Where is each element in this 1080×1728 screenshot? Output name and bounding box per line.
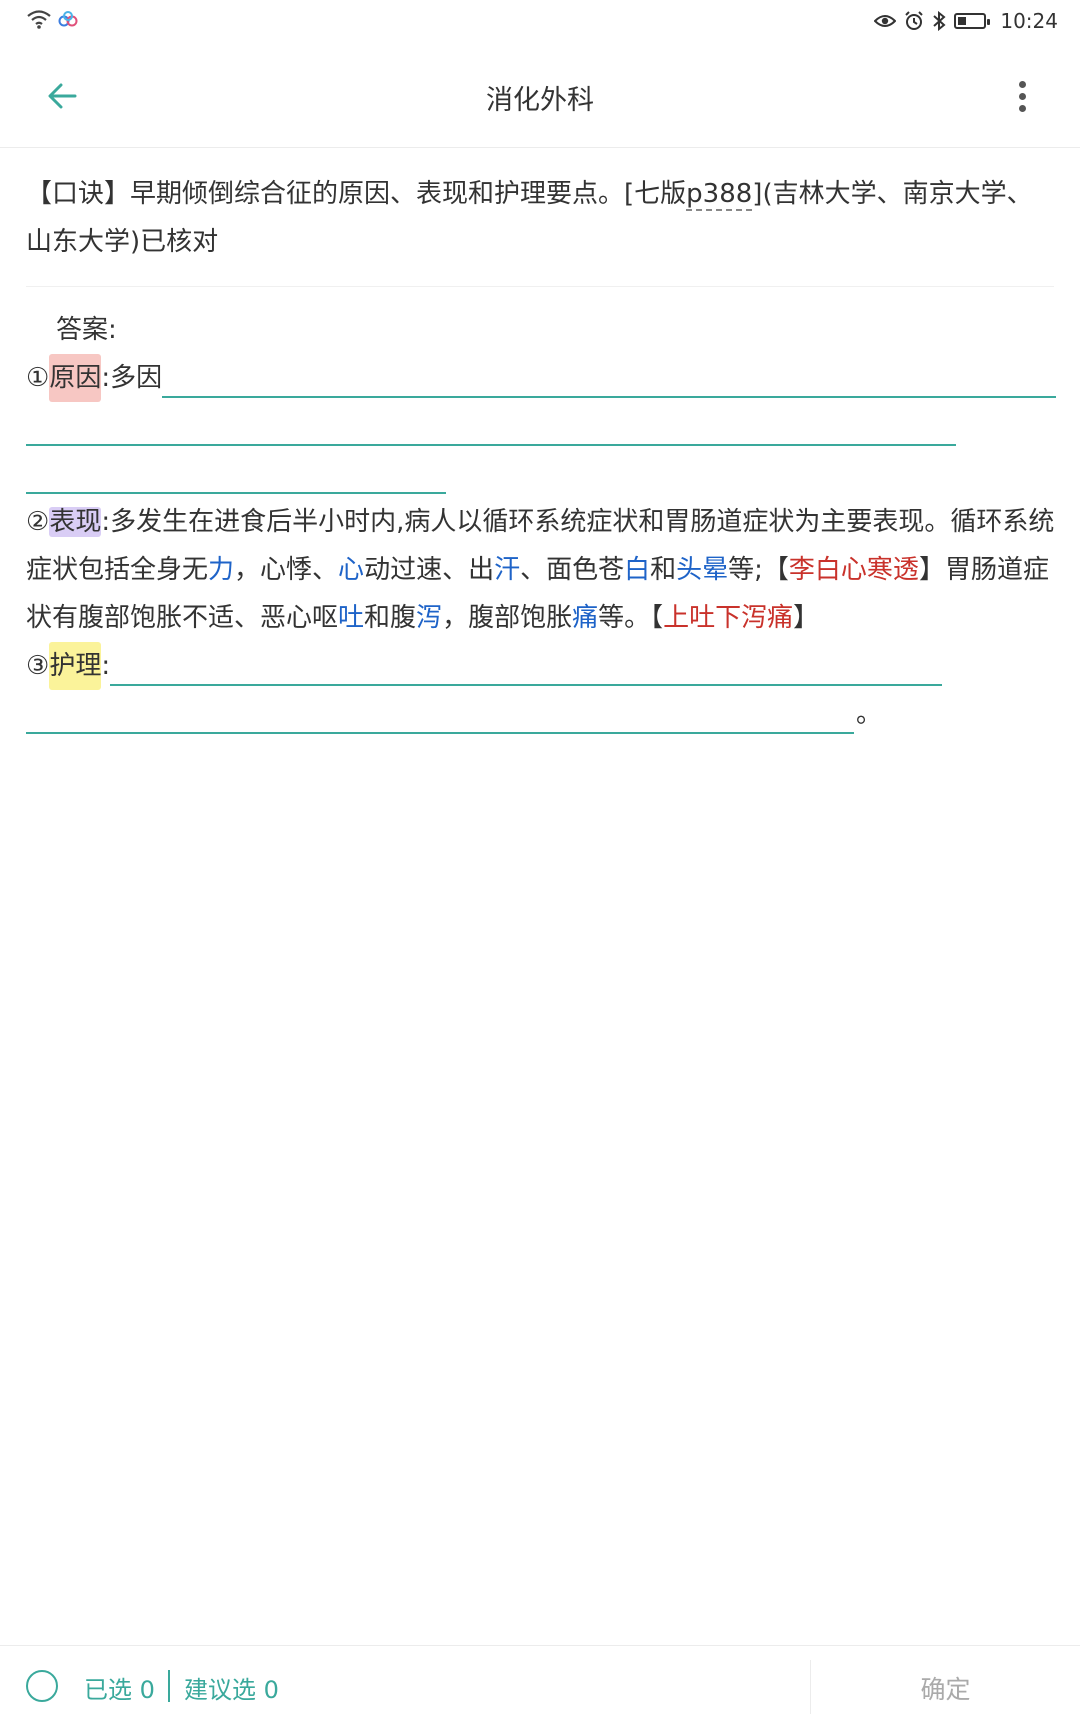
- app-header: 消化外科: [0, 44, 1080, 148]
- answer-item-manifestation: ②表现:多发生在进食后半小时内,病人以循环系统症状和胃肠道症状为主要表现。循环系…: [26, 498, 1056, 642]
- question-prefix: 【口诀】早期倾倒综合征的原因、表现和护理要点。[七版: [26, 179, 687, 209]
- fill-blank[interactable]: [26, 460, 446, 494]
- blank-line: 。: [26, 690, 1056, 738]
- answer-label: 答案:: [56, 315, 117, 345]
- hint-char: 心: [338, 555, 365, 585]
- highlight-nursing: 护理: [49, 642, 102, 690]
- status-left: [26, 9, 78, 29]
- select-radio[interactable]: [26, 1670, 58, 1702]
- divider: [168, 1670, 170, 1702]
- alarm-icon: [904, 11, 924, 31]
- item-number: ②: [26, 507, 50, 537]
- mnemonic-text: 李白心寒透: [788, 555, 919, 585]
- eye-icon: [874, 13, 897, 29]
- wifi-icon: [26, 9, 52, 29]
- mnemonic-text: 上吐下泻痛: [663, 603, 794, 633]
- bluetooth-icon: [932, 11, 946, 31]
- more-dot-icon: [1018, 80, 1026, 88]
- clock: 10:24: [1000, 9, 1058, 33]
- page-title: 消化外科: [486, 85, 594, 116]
- highlight-cause: 原因: [49, 354, 102, 402]
- fill-blank[interactable]: [162, 364, 1056, 398]
- hint-char: 力: [208, 555, 235, 585]
- blank-line: [26, 450, 1056, 498]
- suggested-count: 建议选 0: [184, 1676, 279, 1704]
- fill-blank[interactable]: [26, 412, 956, 446]
- battery-icon: [954, 13, 991, 29]
- answer-item-cause: ① 原因:多因: [26, 354, 1056, 402]
- item-number: ③: [26, 651, 50, 681]
- selected-count[interactable]: 已选 0: [84, 1670, 155, 1705]
- body-text: 】: [793, 603, 820, 633]
- more-menu-button[interactable]: [1000, 74, 1044, 118]
- body-text: 动过速、出: [364, 555, 495, 585]
- hint-char: 泻: [416, 603, 443, 633]
- hint-char: 汗: [494, 555, 521, 585]
- item-text: :多因: [101, 363, 163, 393]
- more-dot-icon: [1018, 104, 1026, 112]
- item-number: ①: [26, 363, 50, 393]
- hint-char: 吐: [338, 603, 365, 633]
- confirm-button[interactable]: 确定: [811, 1646, 1080, 1728]
- highlight-manifestation: 表现: [49, 507, 102, 537]
- question-text: 【口诀】早期倾倒综合征的原因、表现和护理要点。[七版p388](吉林大学、南京大…: [26, 170, 1056, 266]
- blank-line: [26, 402, 1056, 450]
- fill-blank[interactable]: [26, 700, 854, 734]
- hint-char: 头晕: [676, 555, 729, 585]
- hint-char: 痛: [572, 603, 599, 633]
- question-divider: [26, 286, 1054, 287]
- end-period: 。: [856, 699, 883, 729]
- status-bar: 10:24: [0, 0, 1080, 44]
- bottom-bar: 已选 0 建议选 0 确定: [0, 1645, 1080, 1728]
- page-reference-link[interactable]: p388: [686, 179, 753, 211]
- body-text: 和腹: [364, 603, 417, 633]
- status-right: 10:24: [874, 9, 1058, 33]
- answer-section: 答案: ① 原因:多因 ②表现:多发生在进食后半小时内,病人以循环系统症状和胃肠道…: [26, 306, 1056, 738]
- body-text: 、面色苍: [520, 555, 625, 585]
- cloud-link-icon: [58, 11, 78, 27]
- body-text: 等;【: [728, 555, 789, 585]
- answer-item-nursing: ③ 护理:: [26, 642, 1056, 690]
- fill-blank[interactable]: [110, 652, 943, 686]
- body-text: 等。【: [598, 603, 664, 633]
- hint-char: 白: [624, 555, 651, 585]
- more-dot-icon: [1018, 92, 1026, 100]
- body-text: 和: [650, 555, 677, 585]
- body-text: ，腹部饱胀: [442, 603, 573, 633]
- item-colon: :: [101, 651, 111, 681]
- body-text: ，心悸、: [234, 555, 339, 585]
